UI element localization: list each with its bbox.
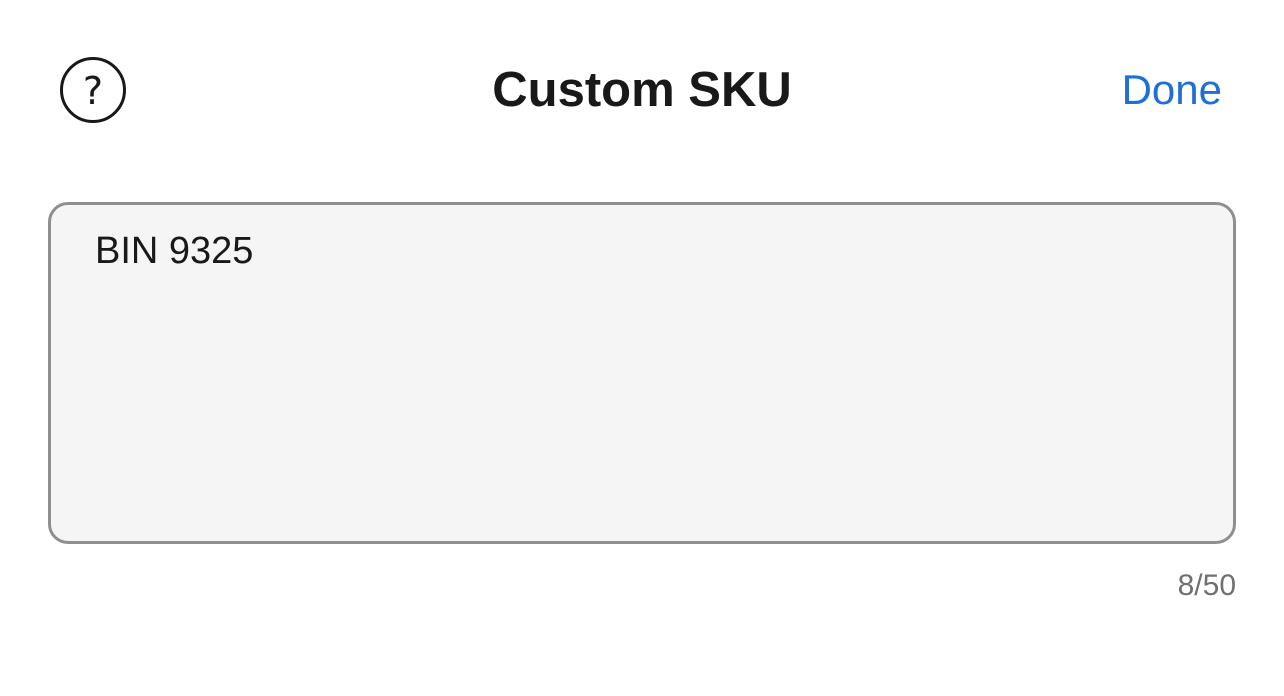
character-counter: 8/50 [1177,569,1236,602]
custom-sku-screen: ? Custom SKU Done BIN 9325 8/50 [0,0,1284,696]
done-button[interactable]: Done [1122,58,1222,122]
custom-sku-input-value: BIN 9325 [95,230,254,272]
page-title: Custom SKU [492,63,792,117]
custom-sku-input[interactable]: BIN 9325 [48,202,1236,544]
